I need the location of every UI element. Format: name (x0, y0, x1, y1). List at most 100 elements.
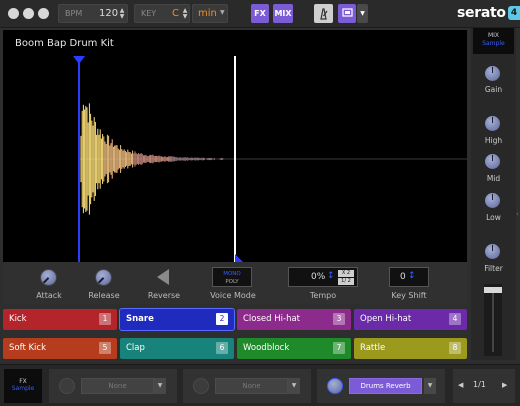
top-toolbar: BPM 120 ▲ ▼ KEY C ▲ ▼ min ▼ FX MIX ▼ ser… (0, 0, 520, 28)
fx-slot-1: None ▼ (49, 369, 177, 403)
key-shift-value[interactable]: 0 (400, 272, 406, 282)
low-eq-knob[interactable] (485, 193, 500, 208)
pad-number: 4 (449, 313, 461, 325)
pad-1[interactable]: Kick 1 (3, 309, 117, 330)
fx-slot-2-select[interactable]: None (215, 378, 288, 394)
voice-mode-mono[interactable]: MONO (213, 270, 251, 278)
tempo-half-button[interactable]: 1/ 2 (338, 278, 354, 285)
attack-label: Attack (36, 291, 62, 300)
mix-header[interactable]: MIX Sample (473, 28, 514, 54)
voice-mode-toggle[interactable]: MONO POLY (212, 267, 252, 287)
fx-slot-3: Drums Reverb ▼ (317, 369, 445, 403)
tempo-field[interactable]: 0% ↕ X 2 1/ 2 (288, 267, 358, 287)
pad-number: 5 (99, 342, 111, 354)
tempo-value[interactable]: 0% (311, 272, 325, 282)
bpm-field[interactable]: BPM 120 ▲ ▼ (58, 4, 128, 23)
high-eq-knob[interactable] (485, 116, 500, 131)
waveform-shape (80, 103, 224, 215)
bpm-value[interactable]: 120 (99, 8, 118, 19)
pad-number: 6 (216, 342, 228, 354)
chevron-down-icon[interactable]: ▼ (154, 378, 166, 394)
volume-fader-handle[interactable] (484, 287, 502, 293)
pad-6[interactable]: Clap 6 (120, 338, 234, 359)
pad-number: 1 (99, 313, 111, 325)
pad-label: Rattle (360, 343, 386, 353)
key-value[interactable]: C (172, 8, 179, 19)
reverse-icon[interactable] (156, 268, 170, 286)
mix-button[interactable]: MIX (273, 4, 293, 23)
fx-slot-1-select[interactable]: None (81, 378, 154, 394)
bpm-label: BPM (65, 9, 83, 18)
serato-logo: serato (457, 5, 506, 21)
mid-eq-knob[interactable] (485, 154, 500, 169)
pad-number: 7 (333, 342, 345, 354)
mix-header-sub: Sample (482, 40, 505, 47)
filter-knob[interactable] (485, 244, 500, 259)
pad-label: Closed Hi-hat (243, 314, 301, 324)
fx-slot-2-knob[interactable] (193, 378, 209, 394)
chevron-down-icon: ▼ (360, 10, 365, 17)
pad-number: 2 (216, 313, 228, 325)
display-mode-button[interactable] (338, 4, 356, 23)
tempo-double-button[interactable]: X 2 (338, 270, 354, 277)
pad-8[interactable]: Rattle 8 (354, 338, 467, 359)
pad-label: Kick (9, 314, 27, 324)
fx-target-title: FX (19, 378, 27, 385)
pad-label: Soft Kick (9, 343, 47, 353)
bpm-stepper-icon[interactable]: ▲ ▼ (118, 8, 126, 20)
window-close-dot[interactable] (8, 8, 19, 19)
end-marker-handle-icon[interactable] (235, 254, 243, 262)
waveform-panel[interactable]: Boom Bap Drum Kit (3, 30, 467, 262)
key-shift-stepper-icon[interactable]: ↕ (408, 271, 416, 281)
voice-mode-poly[interactable]: POLY (213, 278, 251, 286)
pad-4[interactable]: Open Hi-hat 4 (354, 309, 467, 330)
fx-target-sub: Sample (11, 385, 35, 392)
window-minimize-dot[interactable] (23, 8, 34, 19)
fx-button[interactable]: FX (251, 4, 269, 23)
key-stepper-icon[interactable]: ▲ ▼ (181, 8, 189, 20)
prev-page-icon[interactable]: ◀ (458, 381, 463, 389)
mix-header-title: MIX (487, 32, 500, 39)
fx-slot-3-knob[interactable] (327, 378, 343, 394)
release-label: Release (88, 291, 120, 300)
window-maximize-dot[interactable] (38, 8, 49, 19)
gain-knob[interactable] (485, 66, 500, 81)
metronome-icon (320, 8, 328, 20)
fx-bar: FX Sample None ▼ None ▼ Drums Reverb ▼ ◀… (0, 364, 520, 406)
key-field[interactable]: KEY C ▲ ▼ (134, 4, 190, 23)
key-mode-select[interactable]: min ▼ (192, 4, 228, 23)
key-shift-label: Key Shift (391, 291, 427, 300)
pad-7[interactable]: Woodblock 7 (237, 338, 351, 359)
key-shift-field[interactable]: 0 ↕ (389, 267, 429, 287)
panel-resize-handle-icon[interactable]: ‹ (516, 210, 519, 218)
screen-icon (341, 8, 353, 17)
gain-label: Gain (484, 85, 503, 94)
pad-label: Open Hi-hat (360, 314, 412, 324)
display-mode-dropdown[interactable]: ▼ (357, 4, 368, 23)
chevron-down-icon[interactable]: ▼ (424, 378, 436, 394)
next-page-icon[interactable]: ▶ (502, 381, 507, 389)
metronome-button[interactable] (314, 4, 333, 23)
volume-fader-track[interactable] (484, 284, 502, 356)
fx-slot-1-knob[interactable] (59, 378, 75, 394)
pad-label: Clap (126, 343, 145, 353)
start-marker-handle-icon[interactable] (73, 56, 85, 64)
fx-target[interactable]: FX Sample (4, 369, 42, 403)
pad-number: 8 (449, 342, 461, 354)
voice-mode-label: Voice Mode (210, 291, 256, 300)
fx-slot-3-select[interactable]: Drums Reverb (349, 378, 422, 394)
mixer-panel: MIX Sample Gain High Mid Low Filter (471, 28, 516, 360)
key-mode-value: min (198, 8, 217, 19)
chevron-down-icon: ▼ (220, 9, 225, 16)
chevron-down-icon[interactable]: ▼ (288, 378, 300, 394)
waveform-display[interactable] (3, 56, 467, 262)
pad-2[interactable]: Snare 2 (119, 308, 235, 331)
attack-knob[interactable] (40, 269, 57, 286)
serato-badge-icon: 4 (508, 6, 520, 20)
reverse-label: Reverse (147, 291, 181, 300)
mid-label: Mid (486, 174, 501, 183)
release-knob[interactable] (95, 269, 112, 286)
pad-3[interactable]: Closed Hi-hat 3 (237, 309, 351, 330)
pad-5[interactable]: Soft Kick 5 (3, 338, 117, 359)
tempo-stepper-icon[interactable]: ↕ (327, 271, 335, 281)
